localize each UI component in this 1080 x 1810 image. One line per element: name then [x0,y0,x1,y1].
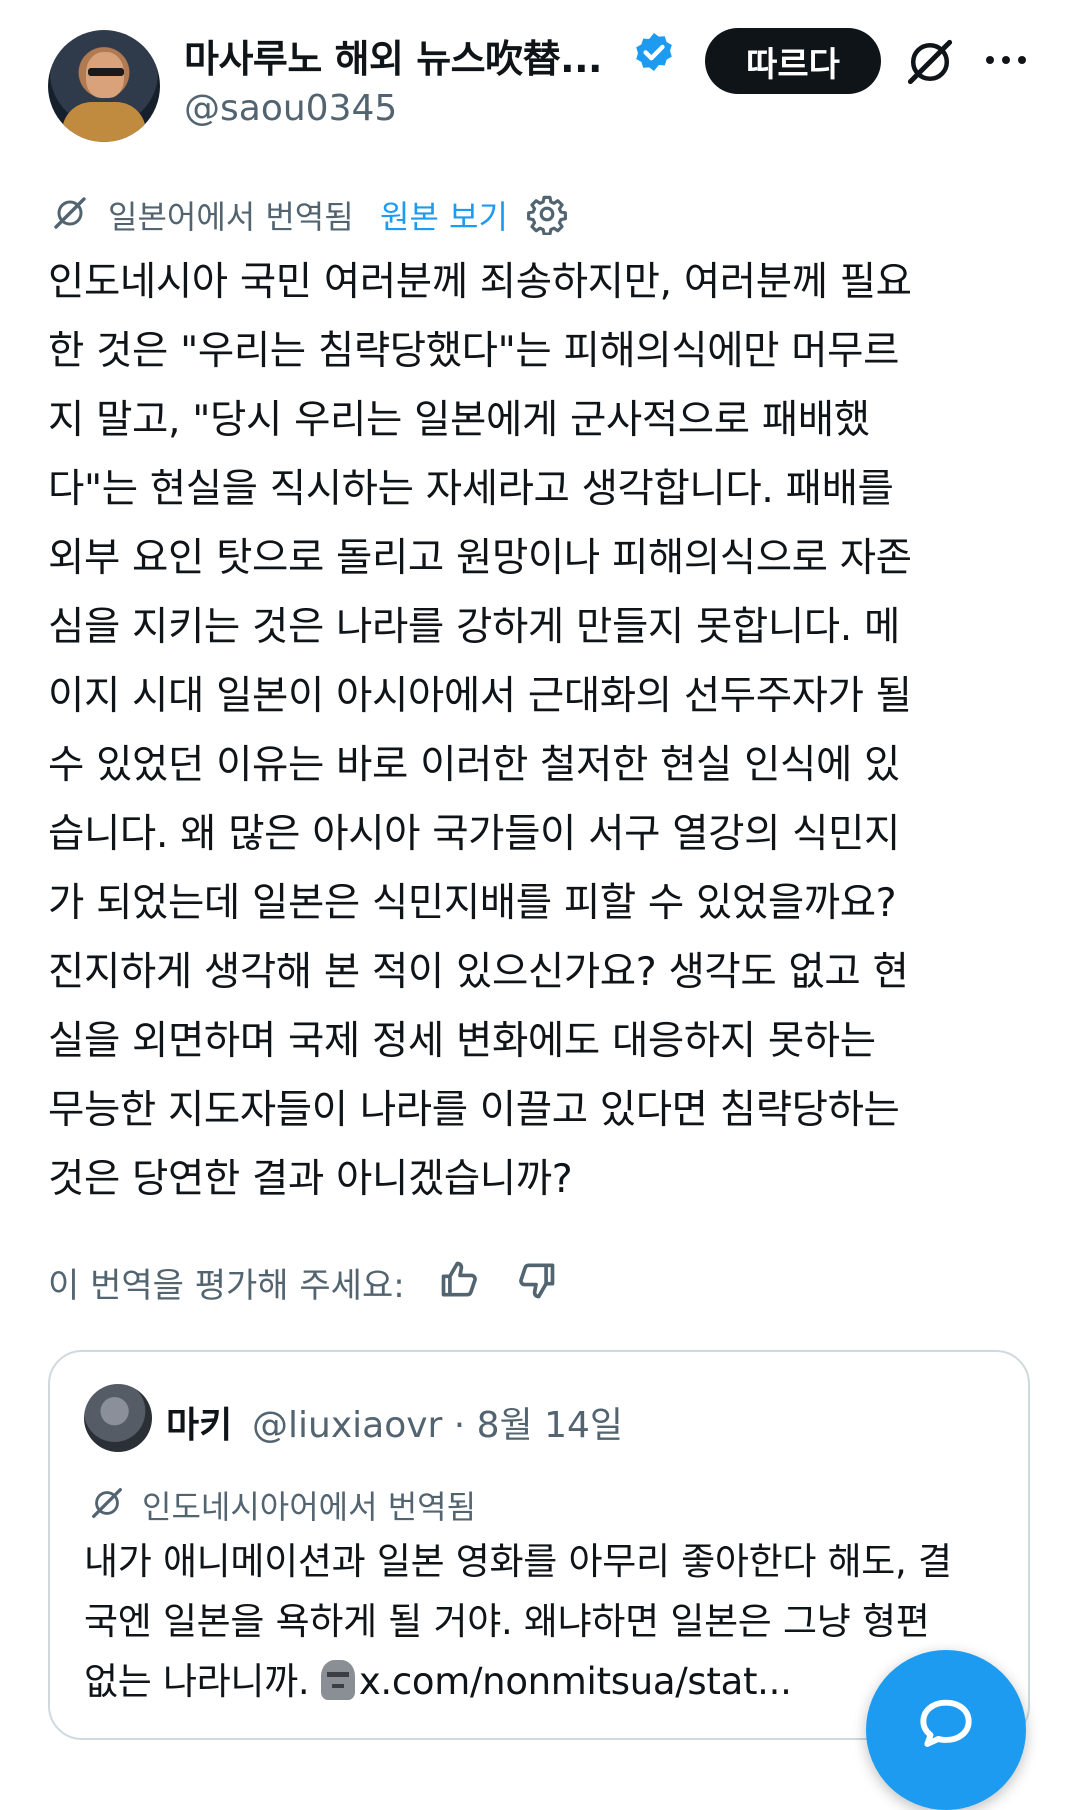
quoted-author-avatar [84,1384,152,1452]
translate-icon [54,197,86,229]
thumbs-up-icon[interactable] [438,1258,482,1302]
post-line: 한 것은 "우리는 침략당했다"는 피해의식에만 머무르 [48,328,900,374]
post-line: 진지하게 생각해 본 적이 있으신가요? 생각도 없고 현 [48,949,909,995]
gear-icon[interactable] [526,193,568,235]
grok-icon[interactable] [902,34,958,90]
post-line: 이지 시대 일본이 아시아에서 근대화의 선두주자가 될 [48,673,912,719]
post-line: 무능한 지도자들이 나라를 이끌고 있다면 침략당하는 [48,1087,900,1133]
post-text: 인도네시아 국민 여러분께 죄송하지만, 여러분께 필요 한 것은 "우리는 침… [48,248,1038,1214]
thumbs-down-icon[interactable] [514,1258,558,1302]
post-line: 심을 지키는 것은 나라를 강하게 만들지 못합니다. 메 [48,604,900,650]
verified-badge-icon [636,33,672,71]
post-line: 수 있었던 이유는 바로 이러한 철저한 현실 인식에 있 [48,742,900,788]
post-line: 실을 외면하며 국제 정세 변화에도 대응하지 못하는 [48,1018,876,1064]
quoted-post-text: 내가 애니메이션과 일본 영화를 아무리 좋아한다 해도, 결 국엔 일본을 욕… [84,1532,1004,1712]
more-icon[interactable] [980,40,1032,80]
view-original-link[interactable]: 원본 보기 [380,192,508,238]
author-avatar[interactable] [48,30,160,142]
follow-button[interactable]: 따르다 [705,28,881,94]
quoted-line: 내가 애니메이션과 일본 영화를 아무리 좋아한다 해도, 결 [84,1540,952,1583]
quoted-author-handle-date: @liuxiaovr · 8월 14일 [252,1405,624,1446]
moai-emoji-icon [320,1660,355,1700]
author-handle[interactable]: @saou0345 [184,88,397,129]
quoted-translation-label: 인도네시아어에서 번역됨 [142,1488,477,1526]
quoted-line: 없는 나라니까. x.com/nonmitsua/stat... [84,1652,1004,1712]
rate-translation-label: 이 번역을 평가해 주세요: [48,1266,405,1306]
quoted-line: 국엔 일본을 욕하게 될 거야. 왜냐하면 일본은 그냥 형편 [84,1600,930,1643]
post-line: 가 되었는데 일본은 식민지배를 피할 수 있었을까요? [48,880,897,926]
compose-reply-button[interactable] [866,1650,1026,1810]
post-line: 다"는 현실을 직시하는 자세라고 생각합니다. 패배를 [48,466,894,512]
post-line: 것은 당연한 결과 아니겠습니까? [48,1156,573,1202]
quoted-author-name: 마키 [166,1405,233,1446]
post-line: 지 말고, "당시 우리는 일본에게 군사적으로 패배했 [48,397,870,443]
translation-label: 일본어에서 번역됨 [108,198,354,236]
translate-icon [92,1488,122,1518]
compose-reply-icon [920,1699,972,1747]
author-display-name[interactable]: 마사루노 해외 뉴스吹替... [184,28,614,83]
quoted-link[interactable]: x.com/nonmitsua/stat... [359,1660,792,1703]
quoted-line-text: 없는 나라니까. [84,1660,321,1703]
post-line: 외부 요인 탓으로 돌리고 원망이나 피해의식으로 자존 [48,535,912,581]
post-line: 인도네시아 국민 여러분께 죄송하지만, 여러분께 필요 [48,259,912,305]
post-line: 습니다. 왜 많은 아시아 국가들이 서구 열강의 식민지 [48,811,900,857]
